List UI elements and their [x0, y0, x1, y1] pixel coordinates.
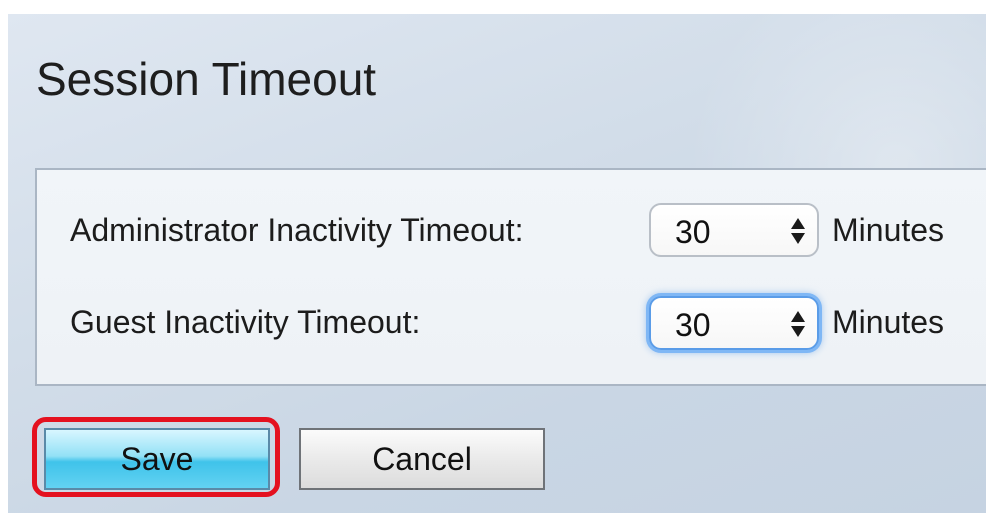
- increment-arrow-icon[interactable]: [791, 311, 805, 322]
- guest-timeout-value[interactable]: 30: [675, 307, 711, 344]
- admin-timeout-unit: Minutes: [832, 212, 945, 248]
- spinner-arrows-icon[interactable]: [791, 216, 805, 246]
- session-timeout-page: Session Timeout Administrator Inactivity…: [8, 14, 986, 513]
- spinner-arrows-icon[interactable]: [791, 309, 805, 339]
- page-title: Session Timeout: [36, 53, 377, 105]
- settings-panel: Administrator Inactivity Timeout: 30 Min…: [35, 168, 986, 386]
- decrement-arrow-icon[interactable]: [791, 326, 805, 337]
- save-button[interactable]: Save: [44, 428, 270, 490]
- cancel-button[interactable]: Cancel: [299, 428, 545, 490]
- admin-timeout-value[interactable]: 30: [675, 214, 711, 251]
- increment-arrow-icon[interactable]: [791, 218, 805, 229]
- admin-timeout-label: Administrator Inactivity Timeout:: [70, 212, 524, 248]
- admin-timeout-spinner[interactable]: 30: [649, 203, 819, 257]
- guest-timeout-spinner[interactable]: 30: [649, 296, 819, 350]
- guest-timeout-unit: Minutes: [832, 304, 945, 340]
- guest-timeout-label: Guest Inactivity Timeout:: [70, 304, 421, 340]
- decrement-arrow-icon[interactable]: [791, 233, 805, 244]
